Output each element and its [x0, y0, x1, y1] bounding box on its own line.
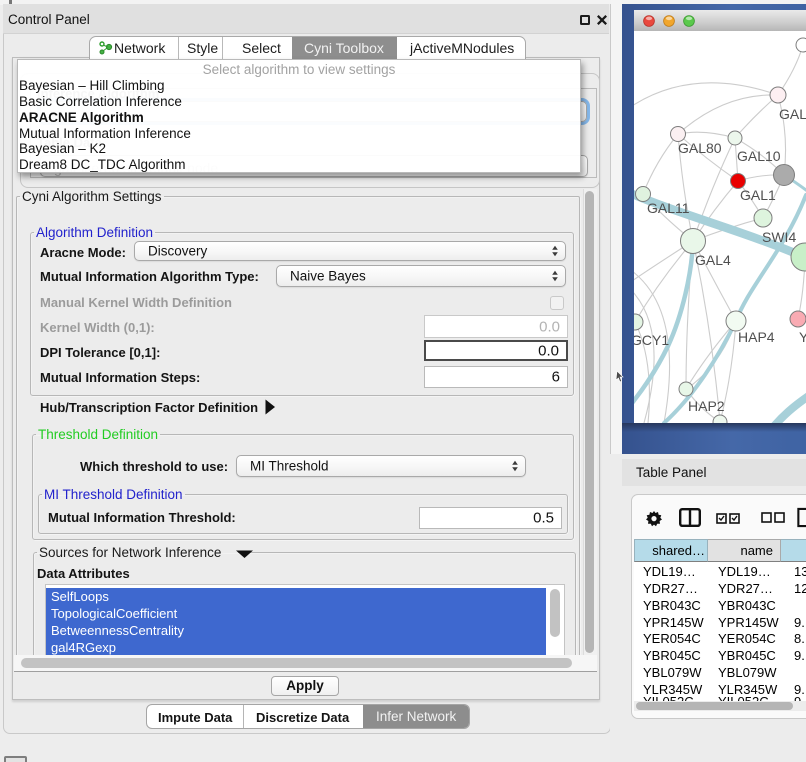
svg-text:GAL11: GAL11	[647, 200, 690, 216]
svg-text:GAL7: GAL7	[779, 106, 806, 122]
svg-text:GAL80: GAL80	[678, 140, 722, 156]
svg-text:HAP2: HAP2	[688, 398, 725, 414]
svg-text:YJ: YJ	[799, 329, 806, 345]
svg-text:GAL4: GAL4	[695, 252, 731, 268]
svg-text:GCY1: GCY1	[634, 332, 669, 348]
svg-text:GAL10: GAL10	[737, 148, 781, 164]
svg-text:HAP4: HAP4	[738, 329, 775, 345]
svg-text:GAL1: GAL1	[740, 187, 776, 203]
svg-text:SWI4: SWI4	[762, 229, 796, 245]
